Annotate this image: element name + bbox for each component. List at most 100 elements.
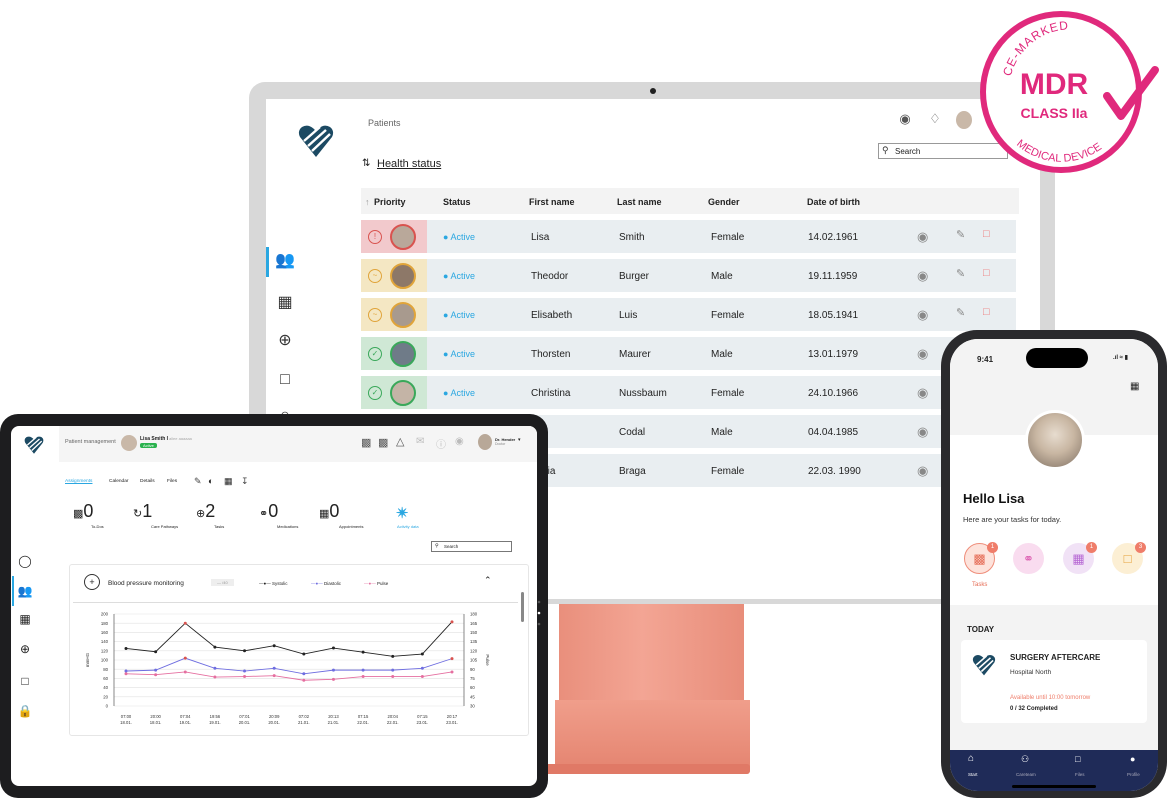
download-icon[interactable]: ↧ — [241, 476, 249, 487]
breadcrumb: Patients — [368, 118, 401, 128]
tab-calendar[interactable]: Calendar — [109, 479, 128, 484]
view-icon[interactable]: ◉ — [917, 385, 928, 401]
bp-chart: 2001801601401201008060402001801651501351… — [85, 612, 490, 725]
x-tick-label: 07:02 — [299, 714, 310, 719]
calendar-icon[interactable]: ▦ — [274, 292, 296, 314]
column-header[interactable]: Status — [443, 197, 471, 207]
edit-icon[interactable]: ✎ — [956, 267, 965, 280]
table-row[interactable]: ✓ ● Active Thorsten Maurer Male 13.01.1979 ◉ — [361, 337, 1016, 370]
y-tick-label: 200 — [101, 612, 109, 617]
info-icon[interactable]: ⓘ — [436, 436, 446, 451]
clipboard-icon[interactable]: ▩ — [361, 436, 371, 449]
avatar[interactable] — [121, 435, 137, 451]
dob-cell: 14.02.1961 — [808, 232, 859, 243]
data-point — [331, 677, 335, 681]
medications-button[interactable]: ⚭ — [1013, 543, 1044, 574]
tab-assignments[interactable]: Assignments — [65, 479, 92, 484]
settings-icon[interactable]: ◉ — [455, 436, 464, 447]
column-header[interactable]: Priority — [374, 197, 406, 207]
nav-start[interactable]: Start — [968, 772, 978, 777]
gauge-icon[interactable]: ◯ — [17, 554, 33, 570]
legend-diastolic: —●— Diastolic — [311, 581, 341, 586]
legend-label: Diastolic — [323, 581, 341, 586]
greeting: Hello Lisa — [963, 491, 1025, 506]
search-input[interactable]: ⚲ Search — [431, 541, 512, 552]
bell-icon[interactable]: ♢ — [926, 111, 944, 129]
edit-icon[interactable]: ✎ — [956, 306, 965, 319]
team-icon[interactable]: ⚇ — [1021, 754, 1029, 765]
nav-careteam[interactable]: Careteam — [1016, 772, 1036, 777]
calendar-icon[interactable]: ▦ — [17, 612, 33, 628]
medications-count: 0 — [268, 501, 279, 521]
home-icon[interactable]: ⌂ — [968, 753, 974, 764]
camera — [650, 88, 656, 94]
status-badge: ● Active — [443, 232, 475, 242]
care-pathway-icon[interactable]: ⊕ — [274, 330, 296, 352]
y-tick-label: 100 — [101, 658, 109, 663]
column-header[interactable]: Gender — [708, 197, 740, 207]
appointments-stat: ▦0 — [319, 501, 339, 522]
edit-icon[interactable]: ✎ — [956, 228, 965, 241]
data-point — [243, 649, 247, 653]
clipboard-icon: ▩ — [73, 508, 84, 520]
nav-profile[interactable]: Profile — [1127, 772, 1140, 777]
folder-icon[interactable]: □ — [1075, 754, 1080, 764]
doctor-avatar[interactable] — [478, 434, 492, 450]
patients-icon[interactable]: 👥 — [274, 250, 296, 272]
view-icon[interactable]: ◉ — [917, 424, 928, 440]
table-row[interactable]: ! ● Active Lisa Smith Female 14.02.1961 ◉ ✎ □ — [361, 220, 1016, 253]
scrollbar[interactable] — [521, 592, 524, 622]
warning-icon[interactable]: △ — [396, 435, 404, 448]
qr-icon[interactable]: ▦ — [1130, 381, 1139, 392]
trash-icon[interactable]: □ — [983, 306, 990, 318]
history-icon[interactable]: ◐ — [208, 476, 213, 486]
chevron-down-icon[interactable]: ▾ — [518, 437, 521, 443]
column-header[interactable]: Last name — [617, 197, 662, 207]
priority-cell: ! — [361, 220, 427, 253]
chevron-up-icon[interactable]: ⌃ — [484, 575, 492, 586]
data-point — [331, 668, 335, 672]
trash-icon[interactable]: □ — [983, 228, 990, 240]
home-indicator — [1012, 785, 1096, 788]
mail-icon[interactable]: ✉ — [416, 436, 424, 447]
card-title: SURGERY AFTERCARE — [1010, 653, 1101, 662]
section-title[interactable]: Health status — [377, 158, 441, 170]
qr-icon[interactable]: ▦ — [224, 476, 233, 487]
patients-icon[interactable]: 👥 — [17, 584, 33, 600]
card-title: Blood pressure monitoring — [108, 580, 184, 587]
activity-data-link[interactable]: Activity data — [397, 524, 419, 529]
profile-avatar[interactable] — [1025, 410, 1085, 470]
bluetooth-icon[interactable]: ✴ — [396, 504, 409, 522]
view-icon[interactable]: ◉ — [917, 463, 928, 479]
tab-files[interactable]: Files — [167, 479, 177, 484]
series-line-systolic — [125, 621, 453, 657]
view-icon[interactable]: ◉ — [917, 268, 928, 284]
nav-files[interactable]: Files — [1075, 772, 1085, 777]
view-icon[interactable]: ◉ — [917, 229, 928, 245]
first-name-cell: Thorsten — [531, 349, 571, 360]
divider — [73, 602, 518, 603]
profile-icon[interactable]: ● — [1130, 754, 1135, 764]
table-row[interactable]: ~ ● Active Theodor Burger Male 19.11.1959 ◉ ✎ □ — [361, 259, 1016, 292]
checklist-icon[interactable]: ▩ — [378, 436, 388, 449]
search-icon: ⚲ — [435, 543, 439, 549]
fingerprint-icon[interactable]: ◉ — [896, 111, 914, 129]
sidebar-active-indicator — [266, 247, 269, 277]
table-row[interactable]: ✓ ● Active Christina Nussbaum Female 24.10.1… — [361, 376, 1016, 409]
folder-icon[interactable]: □ — [17, 674, 33, 690]
column-header[interactable]: Date of birth — [807, 197, 860, 207]
data-point — [124, 672, 128, 676]
care-pathway-icon[interactable]: ⊕ — [17, 642, 33, 658]
table-row[interactable]: ~ ● Active Elisabeth Luis Female 18.05.1941 ◉… — [361, 298, 1016, 331]
avatar — [390, 380, 416, 406]
trash-icon[interactable]: □ — [983, 267, 990, 279]
tasks-count: 2 — [205, 501, 216, 521]
column-header[interactable]: First name — [529, 197, 575, 207]
tab-details[interactable]: Details — [140, 479, 155, 484]
status-badge: Active — [140, 443, 157, 448]
view-icon[interactable]: ◉ — [917, 307, 928, 323]
view-icon[interactable]: ◉ — [917, 346, 928, 362]
lock-icon[interactable]: 🔒 — [17, 704, 33, 720]
edit-icon[interactable]: ✎ — [194, 476, 202, 487]
folder-icon[interactable]: □ — [274, 369, 296, 391]
